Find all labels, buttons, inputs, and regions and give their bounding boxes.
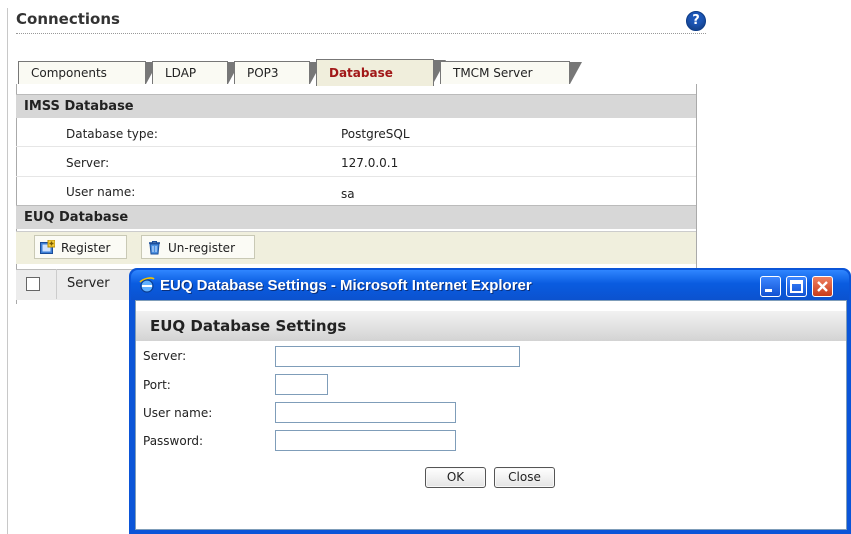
- close-icon: [817, 281, 828, 292]
- maximize-icon: [790, 280, 803, 293]
- user-name-label: User name:: [66, 185, 136, 199]
- left-border: [7, 8, 8, 534]
- register-icon: [40, 240, 55, 254]
- database-type-label: Database type:: [66, 127, 158, 141]
- port-field-label: Port:: [143, 378, 171, 392]
- port-input[interactable]: [275, 374, 328, 395]
- tab-label: Database: [329, 66, 393, 80]
- dialog-title: EUQ Database Settings - Microsoft Intern…: [160, 277, 532, 294]
- close-window-button[interactable]: [812, 276, 833, 297]
- unregister-button[interactable]: Un-register: [141, 235, 255, 259]
- select-all-checkbox[interactable]: [26, 277, 40, 291]
- tab-database[interactable]: Database: [316, 59, 446, 86]
- internet-explorer-icon: [139, 277, 155, 293]
- column-header-server: Server: [67, 276, 110, 291]
- register-button[interactable]: Register: [34, 235, 127, 259]
- user-name-value: sa: [341, 187, 355, 201]
- server-field-label: Server:: [143, 349, 187, 363]
- database-type-value: PostgreSQL: [341, 127, 410, 141]
- column-divider: [56, 269, 57, 299]
- ok-button[interactable]: OK: [425, 467, 486, 488]
- tab-label: Components: [31, 66, 107, 80]
- tab-label: TMCM Server: [453, 66, 533, 80]
- user-name-field-label: User name:: [143, 406, 213, 420]
- dialog-heading: EUQ Database Settings: [136, 311, 846, 341]
- row-divider: [16, 176, 696, 177]
- close-button[interactable]: Close: [494, 467, 555, 488]
- minimize-button[interactable]: [760, 276, 781, 297]
- page-title: Connections: [16, 10, 120, 28]
- title-divider: [16, 33, 706, 34]
- unregister-label: Un-register: [168, 241, 235, 255]
- minimize-icon: [765, 289, 772, 292]
- tab-components[interactable]: Components: [18, 61, 158, 84]
- tab-label: LDAP: [165, 66, 197, 80]
- server-input[interactable]: [275, 346, 520, 367]
- tab-label: POP3: [247, 66, 279, 80]
- user-name-input[interactable]: [275, 402, 456, 423]
- tab-pop3[interactable]: POP3: [234, 61, 322, 84]
- help-icon[interactable]: ?: [686, 11, 706, 31]
- trash-icon: [149, 241, 160, 255]
- tab-ldap[interactable]: LDAP: [152, 61, 240, 84]
- row-divider: [16, 146, 696, 147]
- server-label: Server:: [66, 156, 110, 170]
- register-label: Register: [61, 241, 111, 255]
- password-input[interactable]: [275, 430, 456, 451]
- euq-database-header: EUQ Database: [16, 205, 696, 229]
- server-value: 127.0.0.1: [341, 156, 399, 170]
- maximize-button[interactable]: [786, 276, 807, 297]
- imss-database-header: IMSS Database: [16, 94, 696, 118]
- tab-tmcm-server[interactable]: TMCM Server: [440, 61, 582, 84]
- password-field-label: Password:: [143, 434, 204, 448]
